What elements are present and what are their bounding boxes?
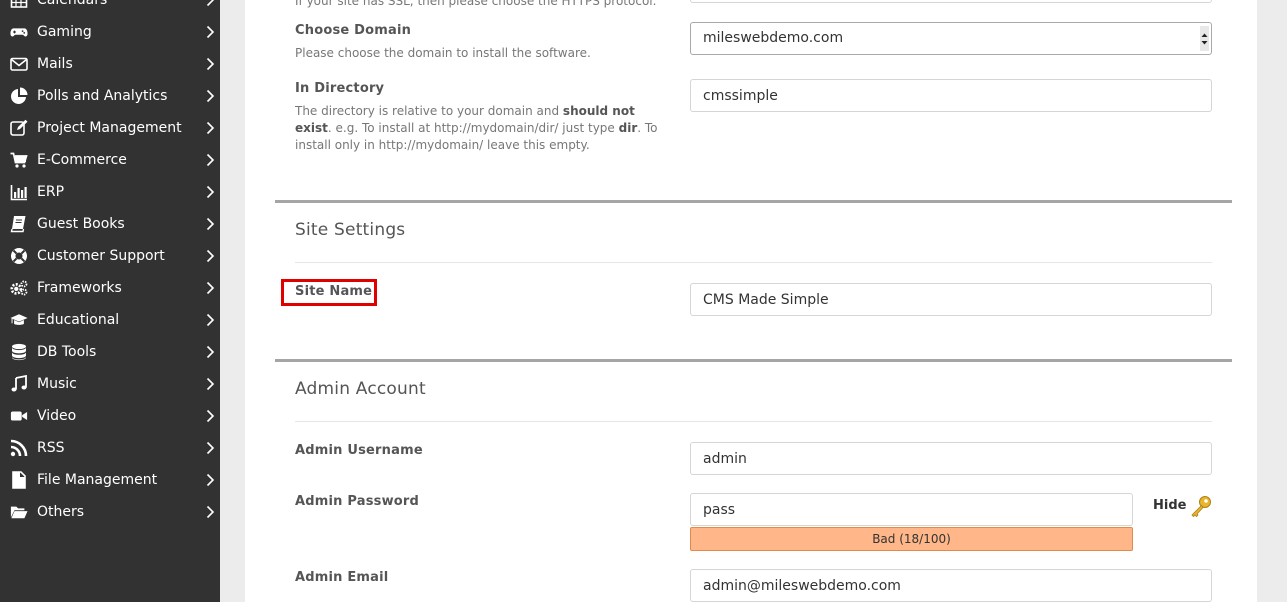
- rss-icon: [9, 439, 29, 457]
- in-directory-label: In Directory: [295, 81, 385, 96]
- site-name-input[interactable]: [690, 283, 1212, 316]
- sidebar-item-rss[interactable]: RSS: [0, 432, 220, 464]
- admin-password-label: Admin Password: [295, 494, 420, 509]
- sidebar-item-music[interactable]: Music: [0, 368, 220, 400]
- admin-account-title: Admin Account: [295, 379, 426, 399]
- divider: [295, 421, 1212, 422]
- book-icon: [9, 215, 29, 233]
- sidebar-item-label: Project Management: [37, 120, 182, 136]
- sidebar-item-label: E-Commerce: [37, 152, 127, 168]
- sidebar-item-label: Customer Support: [37, 248, 165, 264]
- choose-domain-label: Choose Domain: [295, 23, 412, 38]
- folder-open-icon: [9, 503, 29, 521]
- chevron-right-icon: [205, 153, 215, 167]
- chevron-right-icon: [205, 25, 215, 39]
- admin-username-label: Admin Username: [295, 443, 423, 458]
- calendar-icon: [9, 0, 29, 9]
- sidebar-item-label: Educational: [37, 312, 120, 328]
- chevron-right-icon: [205, 281, 215, 295]
- protocol-help: If your site has SSL, then please choose…: [295, 0, 657, 8]
- sidebar-item-video[interactable]: Video: [0, 400, 220, 432]
- section-divider: [275, 359, 1232, 362]
- hide-password-button[interactable]: Hide: [1153, 498, 1186, 513]
- sidebar-item-label: Calendars: [37, 0, 108, 8]
- sidebar-item-e-commerce[interactable]: E-Commerce: [0, 144, 220, 176]
- site-settings-title: Site Settings: [295, 220, 406, 240]
- gears-icon: [9, 279, 29, 297]
- graduation-cap-icon: [9, 311, 29, 329]
- edit-icon: [9, 119, 29, 137]
- database-icon: [9, 343, 29, 361]
- sidebar-item-label: Frameworks: [37, 280, 122, 296]
- sidebar-item-label: Music: [37, 376, 77, 392]
- pie-chart-icon: [9, 87, 29, 105]
- domain-select-value: mileswebdemo.com: [703, 30, 844, 46]
- sidebar-item-guest-books[interactable]: Guest Books: [0, 208, 220, 240]
- sidebar-item-db-tools[interactable]: DB Tools: [0, 336, 220, 368]
- chevron-right-icon: [205, 473, 215, 487]
- sidebar-item-gaming[interactable]: Gaming: [0, 16, 220, 48]
- chevron-right-icon: [205, 313, 215, 327]
- section-divider: [275, 200, 1232, 203]
- sidebar-item-label: RSS: [37, 440, 65, 456]
- file-icon: [9, 471, 29, 489]
- sidebar-item-file-management[interactable]: File Management: [0, 464, 220, 496]
- chevron-right-icon: [205, 89, 215, 103]
- key-icon[interactable]: [1189, 494, 1213, 518]
- sidebar-item-erp[interactable]: ERP: [0, 176, 220, 208]
- site-name-label: Site Name: [295, 284, 373, 299]
- admin-email-input[interactable]: [690, 569, 1212, 602]
- chevron-right-icon: [205, 249, 215, 263]
- sidebar-item-educational[interactable]: Educational: [0, 304, 220, 336]
- admin-username-input[interactable]: [690, 442, 1212, 475]
- select-arrows-icon: [1200, 26, 1209, 51]
- chevron-right-icon: [205, 121, 215, 135]
- chevron-right-icon: [205, 377, 215, 391]
- sidebar-item-customer-support[interactable]: Customer Support: [0, 240, 220, 272]
- lifebuoy-icon: [9, 247, 29, 265]
- sidebar-item-project-management[interactable]: Project Management: [0, 112, 220, 144]
- chevron-right-icon: [205, 409, 215, 423]
- directory-input[interactable]: [690, 79, 1212, 112]
- password-strength-meter: Bad (18/100): [690, 527, 1133, 551]
- sidebar-item-label: Polls and Analytics: [37, 88, 168, 104]
- chevron-right-icon: [205, 345, 215, 359]
- sidebar-item-label: Others: [37, 504, 85, 520]
- sidebar-item-polls-and-analytics[interactable]: Polls and Analytics: [0, 80, 220, 112]
- chevron-right-icon: [205, 217, 215, 231]
- sidebar-item-label: File Management: [37, 472, 158, 488]
- chevron-right-icon: [205, 0, 215, 7]
- sidebar-item-label: Gaming: [37, 24, 92, 40]
- sidebar-item-label: Video: [37, 408, 77, 424]
- choose-domain-help: Please choose the domain to install the …: [295, 46, 591, 60]
- video-camera-icon: [9, 407, 29, 425]
- sidebar-item-label: DB Tools: [37, 344, 97, 360]
- chevron-right-icon: [205, 185, 215, 199]
- sidebar-item-calendars[interactable]: Calendars: [0, 0, 220, 16]
- in-directory-help: The directory is relative to your domain…: [295, 104, 658, 152]
- gamepad-icon: [9, 23, 29, 41]
- protocol-select[interactable]: [690, 0, 1212, 3]
- admin-password-input[interactable]: [690, 493, 1133, 526]
- sidebar: Calendars Gaming Mails Polls and Analytics P…: [0, 0, 220, 602]
- sidebar-item-others[interactable]: Others: [0, 496, 220, 528]
- domain-select[interactable]: mileswebdemo.com: [690, 22, 1212, 55]
- sidebar-item-frameworks[interactable]: Frameworks: [0, 272, 220, 304]
- cart-icon: [9, 151, 29, 169]
- sidebar-item-mails[interactable]: Mails: [0, 48, 220, 80]
- chevron-right-icon: [205, 441, 215, 455]
- divider: [295, 262, 1212, 263]
- admin-email-label: Admin Email: [295, 570, 389, 585]
- sidebar-item-label: ERP: [37, 184, 65, 200]
- chevron-right-icon: [205, 57, 215, 71]
- envelope-icon: [9, 55, 29, 73]
- bar-chart-icon: [9, 183, 29, 201]
- install-form-panel: If your site has SSL, then please choose…: [245, 0, 1257, 602]
- sidebar-item-label: Guest Books: [37, 216, 125, 232]
- chevron-right-icon: [205, 505, 215, 519]
- sidebar-item-label: Mails: [37, 56, 73, 72]
- music-icon: [9, 375, 29, 393]
